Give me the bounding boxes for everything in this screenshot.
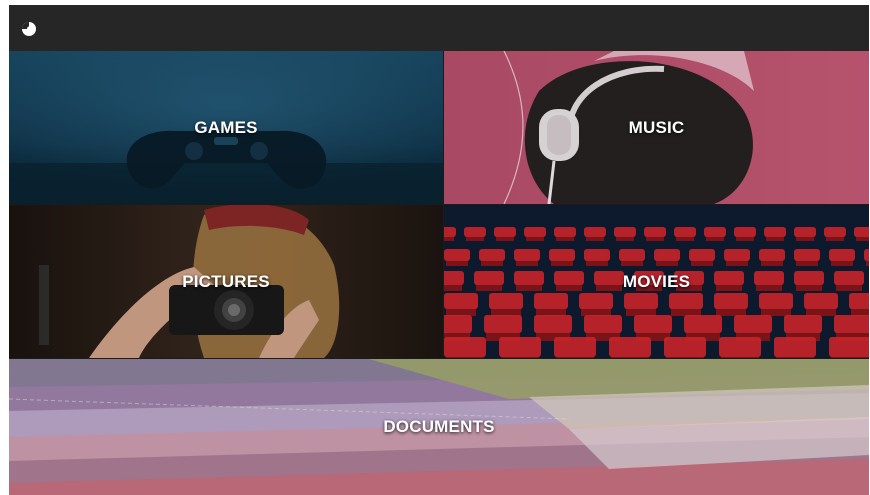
tile-documents[interactable]: DOCUMENTS [9, 359, 869, 495]
tile-documents-label: DOCUMENTS [383, 417, 495, 436]
tile-pictures-label: PICTURES [182, 271, 270, 291]
app-window: GAMES MUSIC PICTURES MOVIES DOCUMENTS [9, 5, 869, 495]
tile-movies-label: MOVIES [622, 271, 691, 291]
tile-music[interactable]: MUSIC [444, 51, 869, 204]
tile-movies[interactable]: MOVIES [444, 205, 869, 358]
tile-games-label: GAMES [194, 117, 258, 137]
circle-logo-icon[interactable] [21, 21, 37, 37]
tile-music-label: MUSIC [628, 117, 685, 137]
top-bar [9, 5, 869, 51]
tile-pictures[interactable]: PICTURES [9, 205, 443, 358]
tile-games[interactable]: GAMES [9, 51, 443, 204]
